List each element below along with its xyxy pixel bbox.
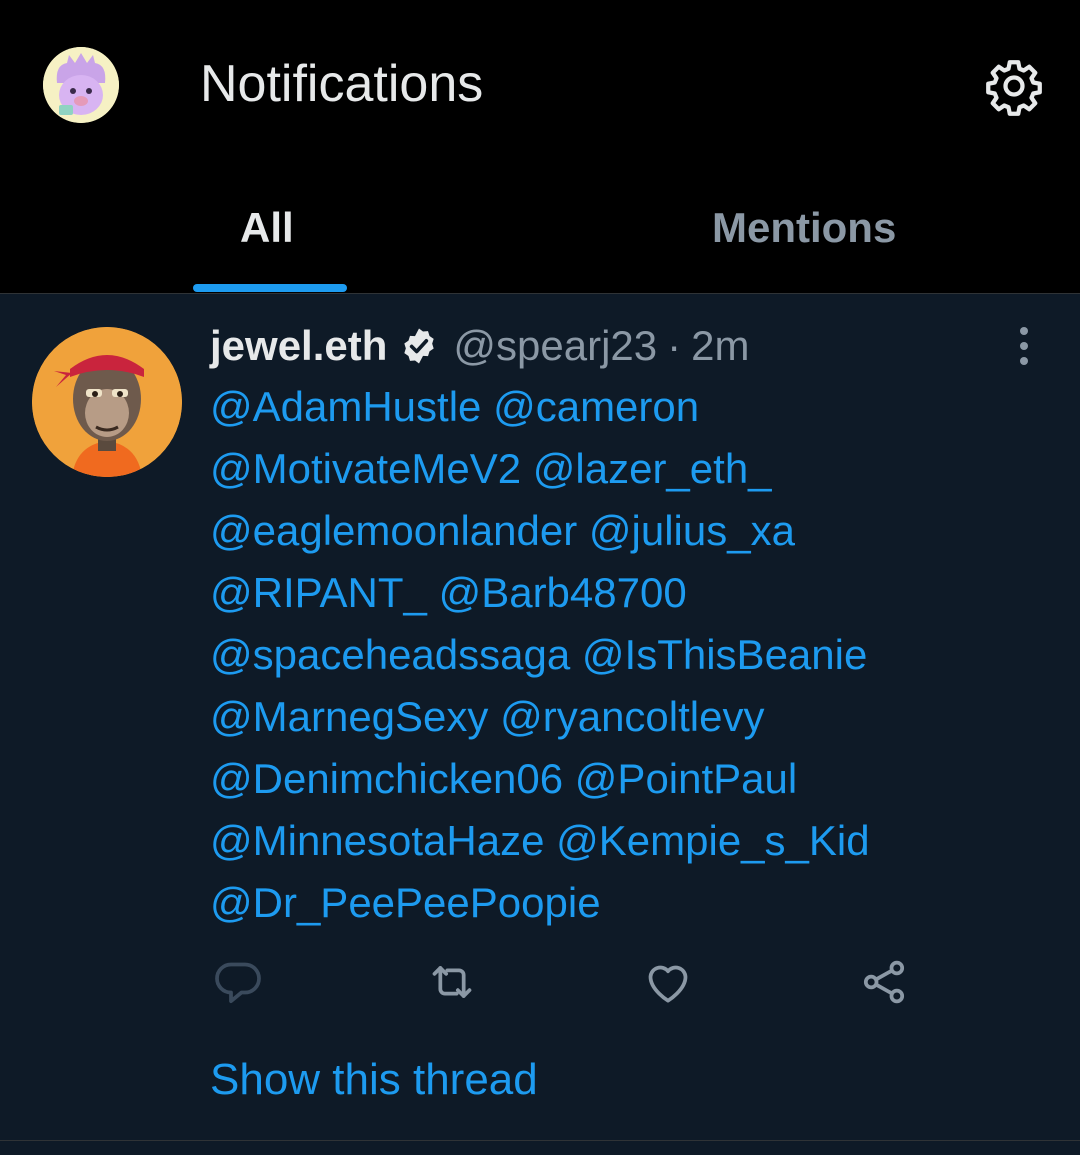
- mention-link[interactable]: @Dr_PeePeePoopie: [210, 879, 601, 926]
- tab-all[interactable]: All: [240, 200, 294, 256]
- mention-link[interactable]: @MotivateMeV2: [210, 445, 521, 492]
- mention-line: @eaglemoonlander @julius_xa: [210, 500, 1030, 562]
- tweet-notification[interactable]: jewel.eth @spearj23 · 2m @AdamHustle @ca…: [0, 294, 1080, 1140]
- like-icon[interactable]: [640, 954, 696, 1010]
- verified-badge-icon: [399, 326, 439, 366]
- mention-link[interactable]: @RIPANT_: [210, 569, 427, 616]
- tweet-text: @AdamHustle @cameron @MotivateMeV2 @laze…: [210, 376, 1030, 934]
- notifications-feed: jewel.eth @spearj23 · 2m @AdamHustle @ca…: [0, 294, 1080, 1155]
- retweet-icon[interactable]: [424, 954, 480, 1010]
- mention-link[interactable]: @lazer_eth_: [533, 445, 772, 492]
- active-tab-indicator: [193, 284, 347, 292]
- mention-line: @AdamHustle @cameron: [210, 376, 1030, 438]
- tweet-header: jewel.eth @spearj23 · 2m: [210, 318, 750, 374]
- mention-line: @spaceheadssaga @IsThisBeanie: [210, 624, 1030, 686]
- mention-line: @Denimchicken06 @PointPaul: [210, 748, 1030, 810]
- profile-avatar-icon[interactable]: [43, 47, 119, 123]
- mention-link[interactable]: @MinnesotaHaze: [210, 817, 544, 864]
- tweet-timestamp[interactable]: 2m: [691, 322, 749, 370]
- mention-link[interactable]: @AdamHustle: [210, 383, 481, 430]
- more-vertical-icon[interactable]: [1004, 324, 1044, 368]
- mention-link[interactable]: @Kempie_s_Kid: [556, 817, 869, 864]
- gear-icon[interactable]: [984, 56, 1044, 116]
- mention-link[interactable]: @eaglemoonlander: [210, 507, 577, 554]
- mention-line: @Dr_PeePeePoopie: [210, 872, 1030, 934]
- mention-link[interactable]: @IsThisBeanie: [582, 631, 867, 678]
- page-title: Notifications: [200, 55, 484, 113]
- mention-link[interactable]: @MarnegSexy: [210, 693, 488, 740]
- tweet-divider: [0, 1140, 1080, 1141]
- tab-mentions[interactable]: Mentions: [712, 200, 896, 256]
- mention-line: @RIPANT_ @Barb48700: [210, 562, 1030, 624]
- mention-link[interactable]: @ryancoltlevy: [500, 693, 764, 740]
- mention-link[interactable]: @julius_xa: [589, 507, 795, 554]
- notification-tabs: All Mentions: [0, 170, 1080, 294]
- tweet-actions: [210, 954, 930, 1014]
- mention-line: @MarnegSexy @ryancoltlevy: [210, 686, 1030, 748]
- mention-link[interactable]: @PointPaul: [575, 755, 797, 802]
- reply-icon[interactable]: [210, 954, 266, 1010]
- separator-dot: ·: [667, 322, 682, 369]
- mention-line: @MinnesotaHaze @Kempie_s_Kid: [210, 810, 1030, 872]
- author-handle[interactable]: @spearj23: [453, 322, 657, 370]
- mention-link[interactable]: @Denimchicken06: [210, 755, 563, 802]
- mention-link[interactable]: @cameron: [493, 383, 699, 430]
- share-icon[interactable]: [856, 954, 912, 1010]
- mention-link[interactable]: @Barb48700: [439, 569, 687, 616]
- mention-link[interactable]: @spaceheadssaga: [210, 631, 570, 678]
- show-thread-link[interactable]: Show this thread: [210, 1050, 538, 1110]
- top-app-bar: Notifications: [0, 0, 1080, 170]
- mention-line: @MotivateMeV2 @lazer_eth_: [210, 438, 1030, 500]
- author-name[interactable]: jewel.eth: [210, 322, 387, 370]
- author-avatar[interactable]: [32, 327, 182, 477]
